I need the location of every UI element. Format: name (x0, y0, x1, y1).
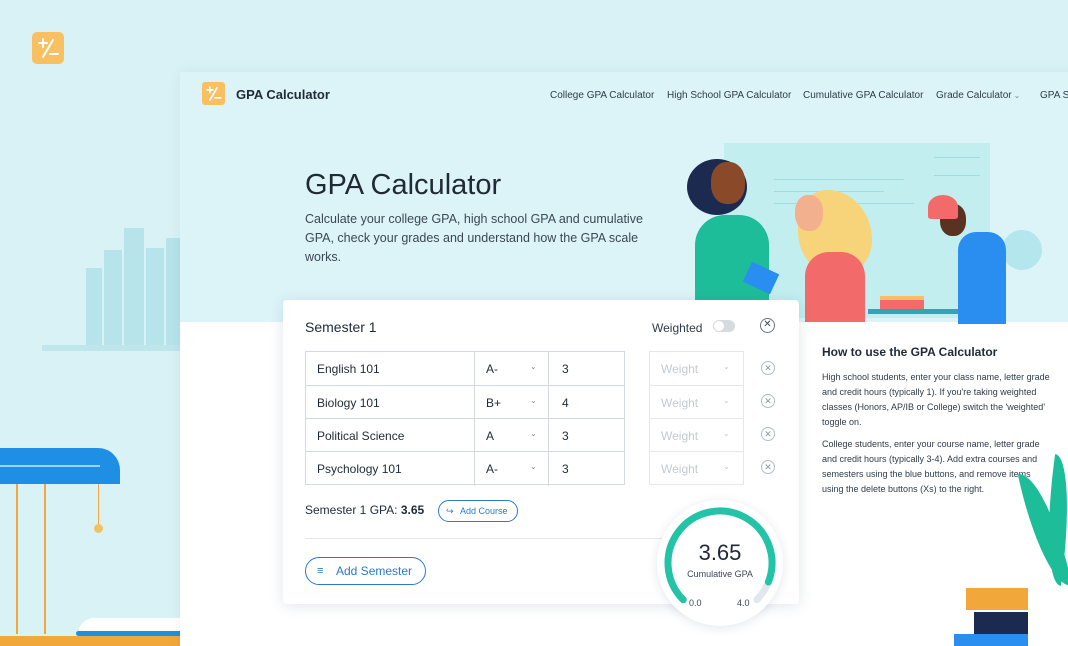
student-illustration (795, 195, 823, 231)
semester-gpa: Semester 1 GPA: 3.65 (305, 503, 424, 517)
weighted-toggle[interactable] (713, 320, 735, 332)
weight-select[interactable]: Weight ⌄ (650, 352, 743, 385)
cumulative-gpa-label: Cumulative GPA (687, 569, 753, 579)
course-name-input[interactable]: Psychology 101 (317, 462, 402, 476)
credits-input[interactable]: 4 (562, 396, 569, 410)
table-row: English 101 A- ⌄ 3 (306, 352, 624, 385)
lamp-pull (94, 524, 103, 533)
nav-gpa-scale[interactable]: GPA Sc (1040, 90, 1068, 101)
bookshelf-book (146, 248, 164, 346)
grade-select[interactable]: A- (486, 462, 498, 476)
chevron-down-icon: ⌄ (723, 462, 730, 471)
grade-select[interactable]: A (486, 429, 494, 443)
corner-logo-icon (32, 32, 64, 64)
floor-decoration (0, 636, 200, 646)
books-icon (954, 634, 1028, 646)
table-row: Political Science A ⌄ 3 (306, 418, 624, 451)
books-icon (966, 588, 1028, 610)
bookshelf-book (104, 250, 122, 346)
semester-title: Semester 1 (305, 319, 377, 335)
table-row: Biology 101 B+ ⌄ 4 (306, 385, 624, 418)
globe-icon (1002, 230, 1042, 270)
toggle-knob (714, 321, 724, 331)
page-title: GPA Calculator (305, 169, 502, 201)
add-row-icon: ↪ (446, 506, 454, 516)
semester-gpa-label: Semester 1 GPA: (305, 503, 398, 517)
weight-column: Weight ⌄ Weight ⌄ Weight ⌄ Weight ⌄ (649, 351, 744, 485)
weight-placeholder: Weight (661, 362, 699, 376)
bookshelf-book (124, 228, 144, 346)
student-illustration (711, 162, 745, 204)
nav-cumulative-gpa[interactable]: Cumulative GPA Calculator (803, 90, 923, 101)
chevron-down-icon: ⌄ (530, 429, 537, 438)
books-icon (974, 612, 1028, 634)
add-semester-button[interactable]: ≡ Add Semester (305, 557, 426, 585)
weight-select[interactable]: Weight ⌄ (650, 418, 743, 451)
hero-section: GPA Calculator College GPA Calculator Hi… (180, 72, 1068, 324)
nav-grade-calculator[interactable]: Grade Calculator ⌄ (936, 90, 1020, 101)
lamp-post (16, 484, 18, 634)
page-subtitle: Calculate your college GPA, high school … (305, 212, 643, 264)
student-illustration (958, 232, 1006, 324)
chevron-down-icon: ⌄ (1013, 91, 1021, 100)
credits-input[interactable]: 3 (562, 462, 569, 476)
gauge-min-label: 0.0 (689, 598, 702, 608)
nav-college-gpa[interactable]: College GPA Calculator (550, 90, 654, 101)
chevron-down-icon: ⌄ (530, 462, 537, 471)
course-name-input[interactable]: Political Science (317, 429, 404, 443)
howto-paragraph-1: High school students, enter your class n… (822, 372, 1050, 427)
add-semester-label: Add Semester (336, 564, 413, 578)
logo-icon[interactable] (202, 82, 225, 105)
add-course-label: Add Course (460, 506, 508, 516)
table-row: Psychology 101 A- ⌄ 3 (306, 451, 624, 484)
plant-pot (1028, 590, 1068, 646)
cap-icon (928, 195, 958, 219)
nav-grade-calculator-label: Grade Calculator (936, 90, 1012, 101)
add-course-button[interactable]: ↪ Add Course (438, 500, 518, 522)
bookshelf (42, 345, 182, 351)
bookshelf-book (166, 238, 180, 346)
cumulative-gpa-value: 3.65 (698, 540, 742, 565)
weighted-label: Weighted (652, 321, 703, 335)
cumulative-gpa-gauge: 3.65 Cumulative GPA 0.0 4.0 (657, 500, 783, 626)
delete-course-close-icon[interactable]: ✕ (761, 427, 775, 441)
divider (305, 538, 665, 539)
chevron-down-icon: ⌄ (530, 362, 537, 371)
delete-course-close-icon[interactable]: ✕ (761, 394, 775, 408)
top-navbar: GPA Calculator College GPA Calculator Hi… (180, 72, 1068, 118)
chevron-down-icon: ⌄ (723, 396, 730, 405)
delete-course-close-icon[interactable]: ✕ (761, 460, 775, 474)
chevron-down-icon: ⌄ (530, 396, 537, 405)
weight-select[interactable]: Weight ⌄ (650, 451, 743, 484)
gauge-max-label: 4.0 (737, 598, 750, 608)
add-list-icon: ≡ (317, 565, 324, 577)
grade-select[interactable]: A- (486, 362, 498, 376)
bookshelf-book (86, 268, 102, 346)
delete-semester-close-icon[interactable]: ✕ (760, 318, 775, 333)
student-illustration (805, 252, 865, 322)
brand-name[interactable]: GPA Calculator (236, 87, 330, 102)
lamp-detail (0, 465, 100, 467)
chevron-down-icon: ⌄ (723, 429, 730, 438)
credits-input[interactable]: 3 (562, 362, 569, 376)
weight-select[interactable]: Weight ⌄ (650, 385, 743, 418)
delete-course-close-icon[interactable]: ✕ (761, 361, 775, 375)
semester-gpa-value: 3.65 (400, 503, 425, 517)
credits-input[interactable]: 3 (562, 429, 569, 443)
grade-select[interactable]: B+ (486, 396, 501, 410)
books-icon (880, 296, 924, 309)
courses-table: English 101 A- ⌄ 3 Biology 101 B+ ⌄ 4 Po… (305, 351, 625, 486)
weight-placeholder: Weight (661, 429, 699, 443)
nav-high-school-gpa[interactable]: High School GPA Calculator (667, 90, 791, 101)
lamp-post (44, 484, 46, 634)
course-name-input[interactable]: English 101 (317, 362, 380, 376)
howto-title: How to use the GPA Calculator (822, 345, 998, 359)
lamp-cord (98, 484, 99, 526)
weight-placeholder: Weight (661, 462, 699, 476)
chevron-down-icon: ⌄ (723, 362, 730, 371)
weight-placeholder: Weight (661, 396, 699, 410)
howto-paragraph-2: College students, enter your course name… (822, 439, 1040, 494)
course-name-input[interactable]: Biology 101 (317, 396, 380, 410)
